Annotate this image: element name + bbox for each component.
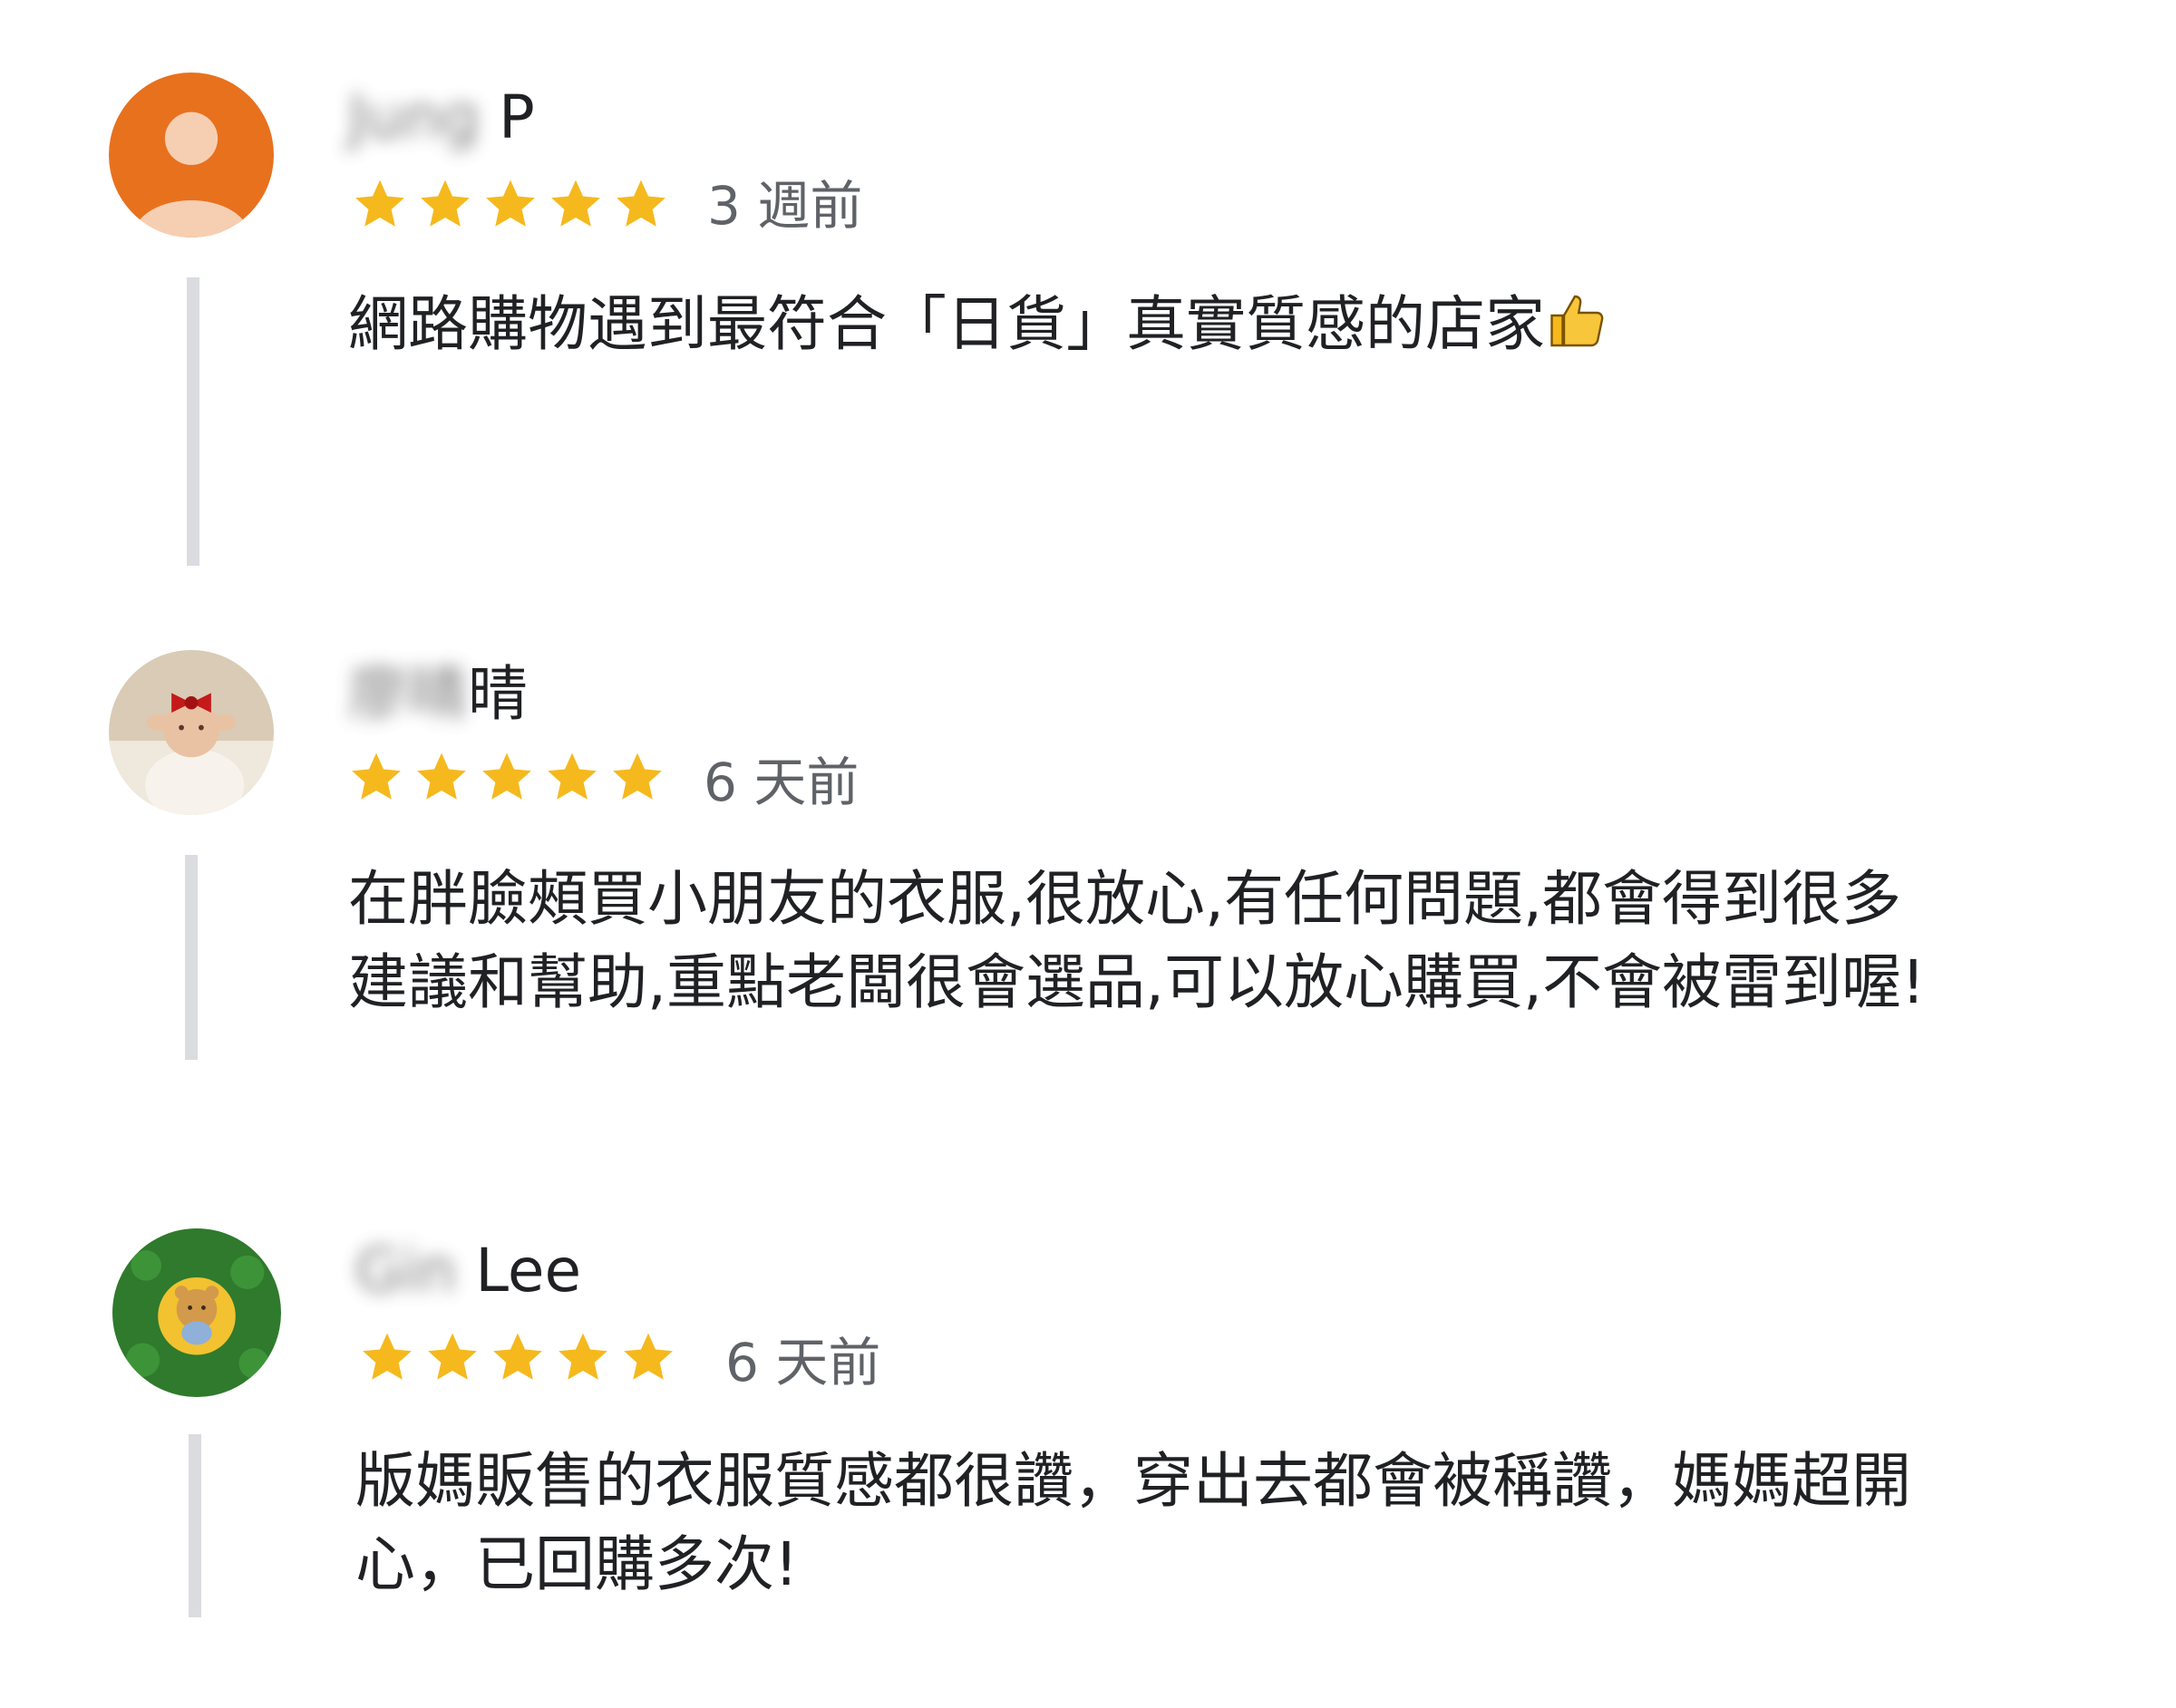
- rating-stars: [348, 749, 665, 805]
- review-rail: [187, 277, 199, 566]
- star-icon: [486, 180, 535, 227]
- reviewer-name[interactable]: 廖晴晴: [348, 658, 528, 731]
- star-icon: [363, 1333, 412, 1380]
- baby-photo-icon: [109, 650, 274, 815]
- reviewer-name-blurred: Gin: [355, 1236, 457, 1305]
- review-text-line: 建議和幫助,重點老闆很會選品,可以放心購買,不會被雷到喔!: [348, 947, 1926, 1017]
- rating-stars: [352, 176, 669, 232]
- avatar[interactable]: [109, 650, 274, 815]
- review-time: 6 天前: [704, 752, 860, 813]
- star-icon: [613, 752, 662, 800]
- person-icon: [109, 73, 274, 238]
- reviewer-name-visible: Lee: [475, 1236, 582, 1305]
- review-text-line: 在胖臉頰買小朋友的衣服,很放心,有任何問題,都會得到很多: [348, 864, 1901, 934]
- star-icon: [482, 752, 531, 800]
- review-text-line: 網路購物遇到最符合「日貨」真實質感的店家: [348, 289, 1545, 359]
- review-rail: [189, 1434, 201, 1617]
- reviewer-name-visible: P: [499, 82, 535, 152]
- review-text: 版媽販售的衣服質感都很讚，穿出去都會被稱讚，媽媽超開 心，已回購多次!: [355, 1440, 1911, 1606]
- star-icon: [493, 1333, 542, 1380]
- avatar[interactable]: [112, 1228, 281, 1397]
- star-icon: [428, 1333, 477, 1380]
- star-icon: [421, 180, 470, 227]
- review-text: 網路購物遇到最符合「日貨」真實質感的店家: [348, 283, 1610, 366]
- star-icon: [551, 180, 600, 227]
- star-icon: [624, 1333, 673, 1380]
- star-icon: [417, 752, 466, 800]
- reviewer-name-blurred: Jung: [348, 82, 481, 152]
- star-icon: [548, 752, 597, 800]
- review-text-line: 版媽販售的衣服質感都很讚，穿出去都會被稱讚，媽媽超開: [355, 1446, 1911, 1516]
- star-icon: [559, 1333, 607, 1380]
- star-icon: [355, 180, 404, 227]
- thumbs-up-icon: [1550, 295, 1604, 347]
- reviewer-name[interactable]: Jung P: [348, 82, 535, 154]
- reviewer-name-visible: 晴: [468, 659, 528, 729]
- star-icon: [352, 752, 401, 800]
- reviewer-name[interactable]: Gin Lee: [355, 1235, 581, 1307]
- reviewer-name-blurred: 廖晴: [348, 659, 468, 729]
- review-text: 在胖臉頰買小朋友的衣服,很放心,有任何問題,都會得到很多 建議和幫助,重點老闆很…: [348, 858, 1925, 1024]
- star-icon: [617, 180, 665, 227]
- avatar[interactable]: [109, 73, 274, 238]
- review-text-line: 心，已回購多次!: [355, 1529, 799, 1599]
- bear-toy-icon: [112, 1228, 281, 1397]
- review-rail: [185, 855, 198, 1060]
- review-time: 3 週前: [707, 175, 863, 237]
- rating-stars: [359, 1329, 676, 1385]
- review-time: 6 天前: [725, 1332, 881, 1393]
